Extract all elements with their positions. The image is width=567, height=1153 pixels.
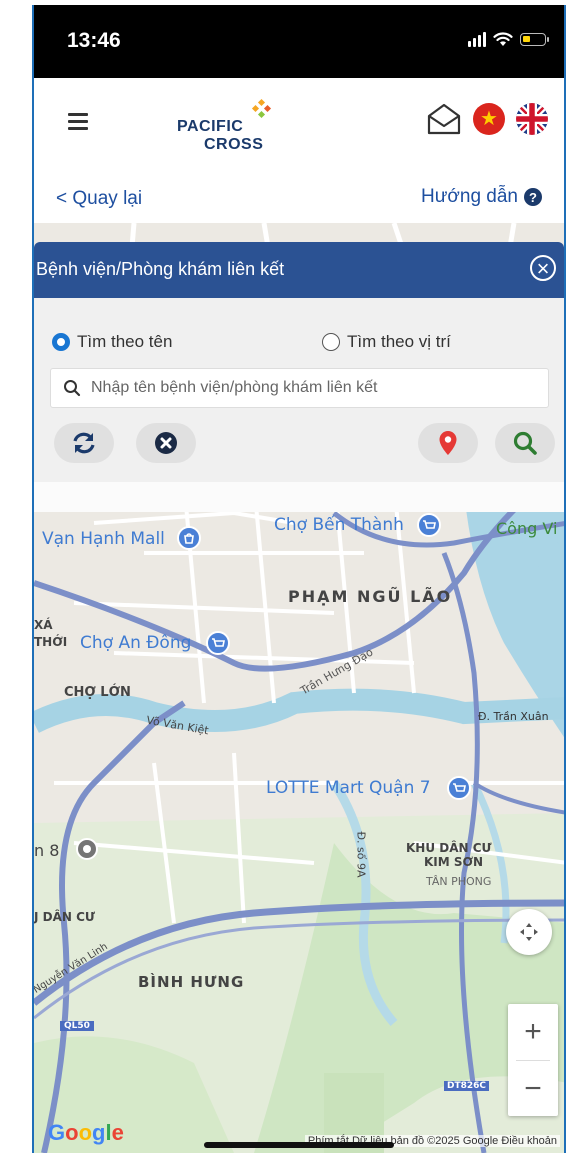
map-label-xa: XÁ: [34, 618, 53, 632]
logo-text-line2: CROSS: [204, 136, 264, 153]
search-icon: [64, 380, 81, 397]
map-label-cho-an-dong: Chợ An Đông: [80, 633, 192, 653]
map-label-tan-phong: TÂN PHONG: [426, 875, 492, 888]
app-header: PACIFIC CROSS ★: [34, 78, 564, 173]
zoom-in-button[interactable]: +: [508, 1004, 558, 1060]
search-button[interactable]: [495, 423, 555, 463]
refresh-icon: [73, 432, 95, 454]
logo-text-line1: PACIFIC: [177, 118, 244, 135]
map-label-cho-ben-thanh: Chợ Bến Thành: [274, 515, 404, 535]
panel-title: Bệnh viện/Phòng khám liên kết: [36, 259, 285, 279]
map-label-lotte: LOTTE Mart Quận 7: [266, 778, 431, 798]
search-panel: Bệnh viện/Phòng khám liên kết × Tìm theo…: [34, 242, 564, 482]
panel-spacer: [34, 482, 564, 512]
map-label-kim-son: KIM SƠN: [424, 855, 484, 869]
radio-search-by-name[interactable]: Tìm theo tên: [52, 332, 172, 352]
search-mode-options: Tìm theo tên Tìm theo vị trí: [52, 332, 546, 356]
market-marker-icon[interactable]: [417, 513, 441, 537]
search-input[interactable]: Nhập tên bệnh viện/phòng khám liên kết: [50, 368, 549, 408]
clear-circle-icon: [155, 432, 177, 454]
location-pin-button[interactable]: [418, 423, 478, 463]
pacific-cross-logo: PACIFIC CROSS: [177, 98, 297, 160]
map-label-van-hanh-mall: Vạn Hạnh Mall: [42, 529, 165, 549]
status-time: 13:46: [67, 29, 121, 52]
map-label-n8: n 8: [34, 841, 60, 860]
map-label-cho-lon: CHỢ LỚN: [64, 685, 131, 700]
zoom-out-button[interactable]: −: [508, 1061, 558, 1117]
guide-label: Hướng dẫn: [420, 186, 518, 207]
vietnam-flag-icon[interactable]: ★: [473, 103, 505, 135]
map-label-d-so-9a: Đ. số 9A: [354, 831, 368, 878]
search-icon: [513, 431, 537, 455]
mall-marker-icon[interactable]: [177, 526, 201, 550]
battery-icon: [520, 32, 549, 46]
map-label-khu-dan-cu: KHU DÂN CƯ: [406, 841, 492, 855]
map-label-thoi: THỚI: [34, 635, 68, 649]
google-logo: Google: [48, 1120, 124, 1145]
panel-body: Tìm theo tên Tìm theo vị trí Nhập tên bệ…: [34, 298, 564, 482]
guide-link[interactable]: Hướng dẫn ?: [421, 186, 542, 208]
radio-selected-icon: [52, 333, 70, 351]
radio-by-name-label: Tìm theo tên: [77, 332, 173, 351]
market-marker-icon[interactable]: [206, 631, 230, 655]
uk-flag-icon[interactable]: [516, 103, 548, 135]
status-icons: [468, 31, 549, 47]
radio-by-location-label: Tìm theo vị trí: [347, 332, 451, 351]
map-label-pham-ngu-lao: PHẠM NGŨ LÃO: [288, 587, 453, 606]
map-label-tran-xuan: Đ. Trần Xuân: [478, 710, 549, 723]
help-icon: ?: [524, 188, 542, 206]
recenter-button[interactable]: [506, 909, 552, 955]
clear-button[interactable]: [136, 423, 196, 463]
radio-search-by-location[interactable]: Tìm theo vị trí: [322, 332, 451, 352]
status-bar: 13:46: [34, 5, 564, 78]
zoom-control: + −: [508, 1004, 558, 1116]
nav-row: < Quay lại Hướng dẫn ?: [34, 173, 564, 223]
radio-unselected-icon: [322, 333, 340, 351]
mail-icon[interactable]: [426, 102, 462, 136]
back-link[interactable]: < Quay lại: [56, 188, 142, 210]
phone-screen: 13:46 PACIFIC CROSS ★ < Quay lại Hướng d…: [32, 5, 566, 1153]
home-indicator[interactable]: [204, 1142, 394, 1148]
wifi-icon: [493, 31, 513, 46]
refresh-button[interactable]: [54, 423, 114, 463]
place-marker-icon[interactable]: [76, 838, 98, 860]
close-icon[interactable]: ×: [530, 255, 556, 281]
map-label-ql50: QL50: [60, 1021, 94, 1031]
signal-icon: [468, 31, 486, 47]
search-placeholder: Nhập tên bệnh viện/phòng khám liên kết: [91, 379, 378, 396]
shopping-marker-icon[interactable]: [447, 776, 471, 800]
menu-icon[interactable]: [68, 113, 88, 134]
map-label-dt826c: DT826C: [444, 1081, 490, 1091]
header-actions: ★: [426, 102, 548, 136]
recenter-icon: [520, 923, 538, 941]
map-label-cong-vi: Công Vi: [496, 519, 558, 538]
panel-header: Bệnh viện/Phòng khám liên kết ×: [34, 242, 564, 298]
panel-action-buttons: [50, 423, 555, 465]
map-label-j-dan-cu: J DÂN CƯ: [34, 910, 95, 924]
map-pin-icon: [439, 431, 457, 455]
map-label-binh-hung: BÌNH HƯNG: [138, 973, 245, 991]
